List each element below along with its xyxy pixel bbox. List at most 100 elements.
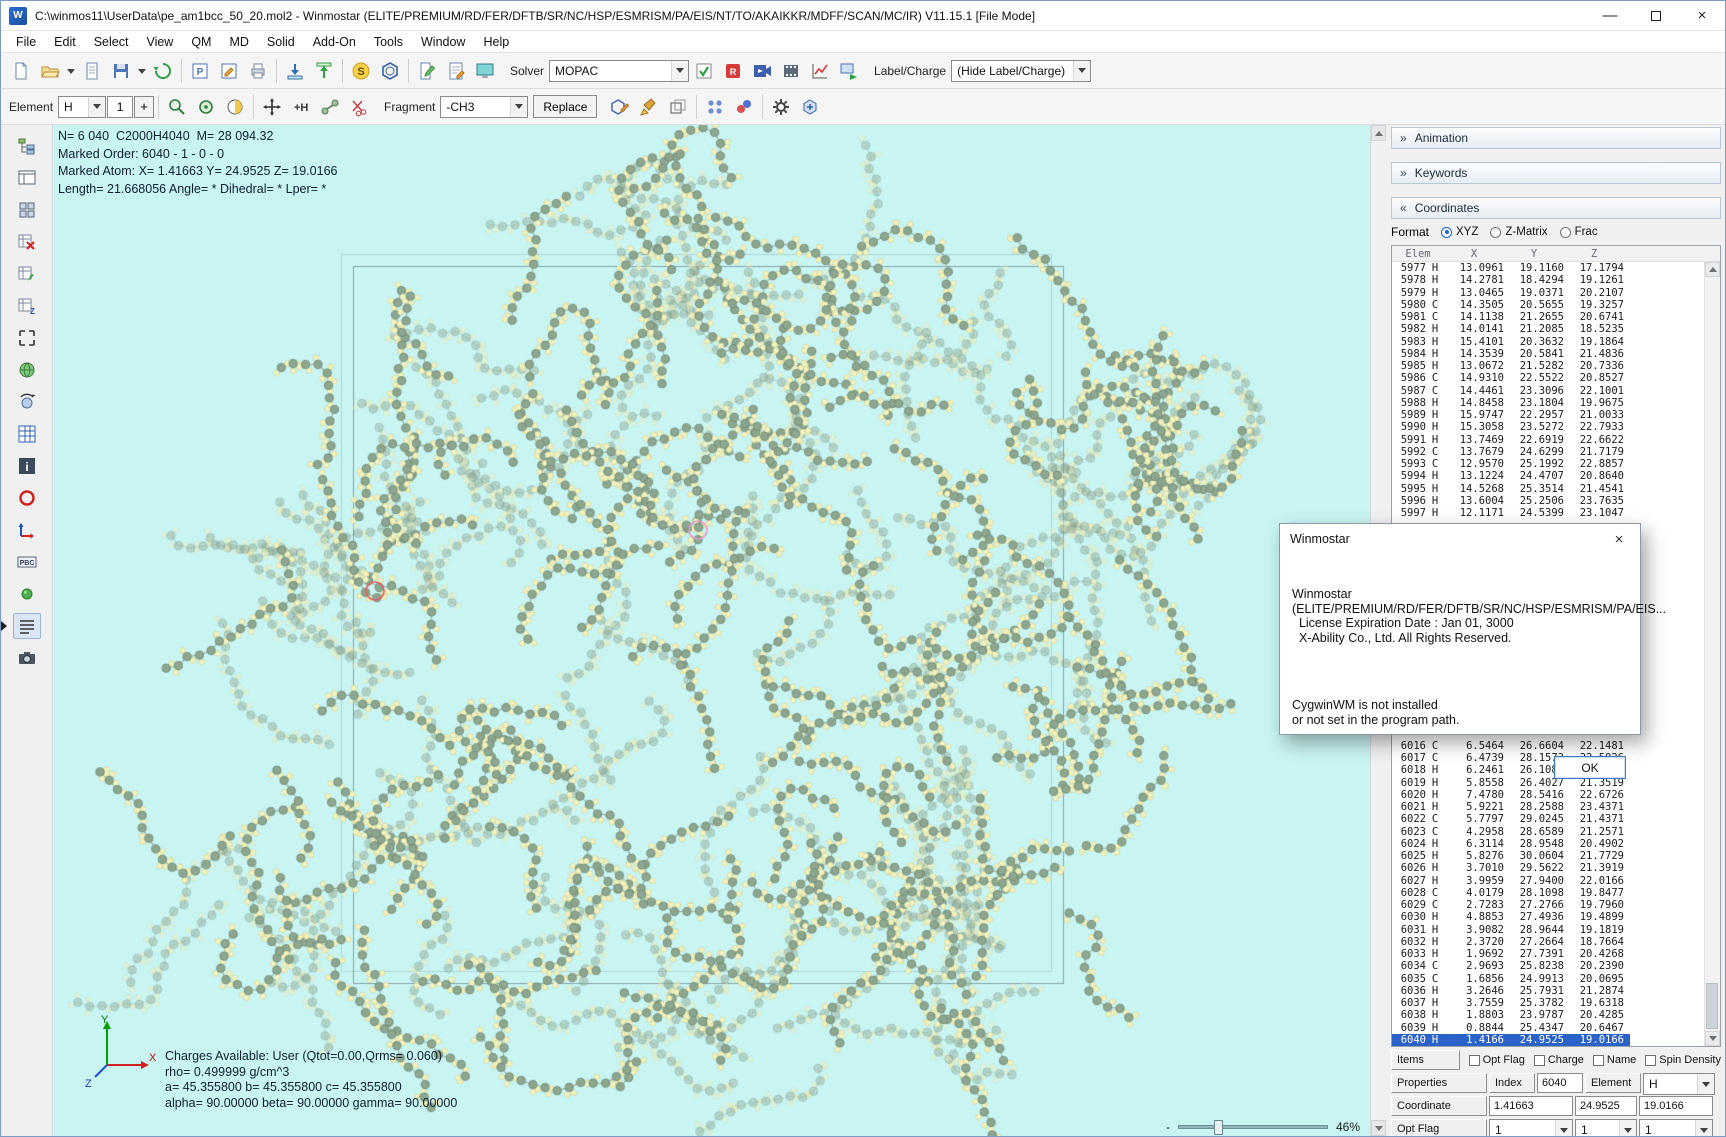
optflag-y-select[interactable]: 1 (1575, 1119, 1637, 1136)
coordinate-row[interactable]: 6028C4.017928.109819.8477 (1392, 887, 1630, 899)
element-property-select[interactable]: H (1643, 1073, 1715, 1095)
open-file-button[interactable] (36, 57, 64, 85)
scroll-up-icon[interactable] (1371, 125, 1386, 141)
element-select[interactable]: H (58, 96, 106, 118)
benzene-button[interactable] (376, 57, 404, 85)
format-radio-z-matrix[interactable]: Z-Matrix (1490, 226, 1547, 238)
coordinate-z-field[interactable]: 19.0166 (1639, 1096, 1713, 1116)
coordinate-row[interactable]: 6031H3.908228.964419.1819 (1392, 924, 1630, 936)
scroll-down-icon[interactable] (1371, 1120, 1386, 1136)
optflag-caret[interactable] (1695, 1120, 1712, 1136)
coordinate-y-field[interactable]: 24.9525 (1575, 1096, 1637, 1116)
import-file-button[interactable] (281, 57, 309, 85)
remote-submit-button[interactable] (835, 57, 863, 85)
coordinate-row[interactable]: 5983H15.410120.363219.1864 (1392, 336, 1630, 348)
reload-button[interactable] (149, 57, 177, 85)
coordinate-row[interactable]: 5990H15.305823.527222.7933 (1392, 421, 1630, 433)
coordinate-row[interactable]: 6040H1.416624.952519.0166 (1392, 1034, 1630, 1046)
coordinate-row[interactable]: 5985H13.067221.528220.7336 (1392, 360, 1630, 372)
coordinate-row[interactable]: 5989H15.974722.295721.0033 (1392, 409, 1630, 421)
element-caret[interactable] (88, 97, 105, 117)
coordinate-row[interactable]: 6034C2.969325.823820.2390 (1392, 960, 1630, 972)
coordinate-row[interactable]: 6024H6.311428.954820.4902 (1392, 838, 1630, 850)
coordinate-row[interactable]: 5987C14.446123.309622.1001 (1392, 385, 1630, 397)
expand-sel-button[interactable] (13, 325, 41, 351)
run-check-button[interactable] (690, 57, 718, 85)
move-tool-button[interactable] (258, 93, 286, 121)
coordinate-row[interactable]: 5992C13.767924.629921.7179 (1392, 446, 1630, 458)
film-button[interactable] (777, 57, 805, 85)
fragment-caret[interactable] (510, 97, 527, 117)
element-count-input[interactable] (107, 96, 133, 118)
maximize-button[interactable] (1633, 1, 1679, 30)
coordinate-row[interactable]: 5997H12.117124.539923.1047 (1392, 507, 1630, 519)
menu-item-edit[interactable]: Edit (45, 31, 85, 52)
coordinate-row[interactable]: 5977H13.096119.116017.1794 (1392, 262, 1630, 274)
optflag-caret[interactable] (1619, 1120, 1636, 1136)
index-value-field[interactable]: 6040 (1537, 1073, 1583, 1093)
scrollbar-thumb[interactable] (1706, 983, 1718, 1029)
checkbox-charge[interactable]: Charge (1534, 1054, 1584, 1066)
label-charge-select[interactable]: (Hide Label/Charge) (951, 60, 1091, 82)
ok-button[interactable]: OK (1554, 756, 1626, 779)
coordinate-row[interactable]: 5991H13.746922.691922.6622 (1392, 434, 1630, 446)
ion-pair-button[interactable] (730, 93, 758, 121)
coordinate-row[interactable]: 6021H5.922128.258823.4371 (1392, 801, 1630, 813)
clean-tool-button[interactable] (635, 93, 663, 121)
coordinate-row[interactable]: 6022C5.779729.024521.4371 (1392, 813, 1630, 825)
cell-box-button[interactable] (664, 93, 692, 121)
format-radio-xyz[interactable]: XYZ (1441, 226, 1478, 238)
coordinate-row[interactable]: 5981C14.113821.265520.6741 (1392, 311, 1630, 323)
gear-button[interactable] (767, 93, 795, 121)
chart-button[interactable] (806, 57, 834, 85)
dropdown-caret-button[interactable] (65, 57, 77, 85)
frag-edit-button[interactable] (606, 93, 634, 121)
menu-item-window[interactable]: Window (412, 31, 474, 52)
coordinate-row[interactable]: 5978H14.278118.429419.1261 (1392, 274, 1630, 286)
coordinate-row[interactable]: 6026H3.701029.562221.3919 (1392, 862, 1630, 874)
coordinate-row[interactable]: 5982H14.014121.208518.5235 (1392, 323, 1630, 335)
save-p-button[interactable]: P (186, 57, 214, 85)
menu-item-select[interactable]: Select (85, 31, 138, 52)
text-file-button[interactable] (78, 57, 106, 85)
coordinate-row[interactable]: 6023C4.295828.658921.2571 (1392, 826, 1630, 838)
align-list-button[interactable] (13, 613, 41, 639)
dropdown-caret-button[interactable] (136, 57, 148, 85)
window-panel-button[interactable] (13, 165, 41, 191)
menu-item-file[interactable]: File (7, 31, 45, 52)
coordinate-row[interactable]: 6025H5.827630.060421.7729 (1392, 850, 1630, 862)
coordinate-row[interactable]: 5984H14.353920.584121.4836 (1392, 348, 1630, 360)
fragment-select[interactable]: -CH3 (440, 96, 528, 118)
rotate-tool-button[interactable] (13, 389, 41, 415)
print-file-button[interactable] (244, 57, 272, 85)
menu-item-tools[interactable]: Tools (365, 31, 412, 52)
coordinate-row[interactable]: 6027H3.995927.940022.0166 (1392, 875, 1630, 887)
minimize-button[interactable]: — (1587, 1, 1633, 30)
keywords-section-header[interactable]: » Keywords (1391, 162, 1721, 184)
list-scrollbar[interactable] (1704, 262, 1720, 1046)
increment-button[interactable]: + (134, 96, 154, 118)
menu-item-solid[interactable]: Solid (258, 31, 304, 52)
coordinate-row[interactable]: 6038H1.880323.978720.4285 (1392, 1009, 1630, 1021)
table-green-button[interactable] (13, 261, 41, 287)
optflag-caret[interactable] (1555, 1120, 1572, 1136)
orbit-tool-button[interactable] (192, 93, 220, 121)
info-button[interactable]: i (13, 453, 41, 479)
tree-view-button[interactable] (13, 133, 41, 159)
menu-item-md[interactable]: MD (220, 31, 257, 52)
cut-tool-button[interactable] (345, 93, 373, 121)
replace-button[interactable]: Replace (533, 95, 597, 118)
coordinate-row[interactable]: 6030H4.885327.493619.4899 (1392, 911, 1630, 923)
pbc-button[interactable]: PBC (13, 549, 41, 575)
scroll-down-icon[interactable] (1705, 1031, 1720, 1046)
coordinate-row[interactable]: 6029C2.728327.276619.7960 (1392, 899, 1630, 911)
coordinate-row[interactable]: 5994H13.122424.470720.8640 (1392, 470, 1630, 482)
grid-table-button[interactable] (13, 421, 41, 447)
coordinate-row[interactable]: 6037H3.755925.378219.6318 (1392, 997, 1630, 1009)
optflag-x-select[interactable]: 1 (1489, 1119, 1573, 1136)
script-s-button[interactable]: S (347, 57, 375, 85)
export-file-button[interactable] (310, 57, 338, 85)
coordinate-row[interactable]: 5980C14.350520.565519.3257 (1392, 299, 1630, 311)
menu-item-view[interactable]: View (137, 31, 182, 52)
display-monitor-button[interactable] (471, 57, 499, 85)
